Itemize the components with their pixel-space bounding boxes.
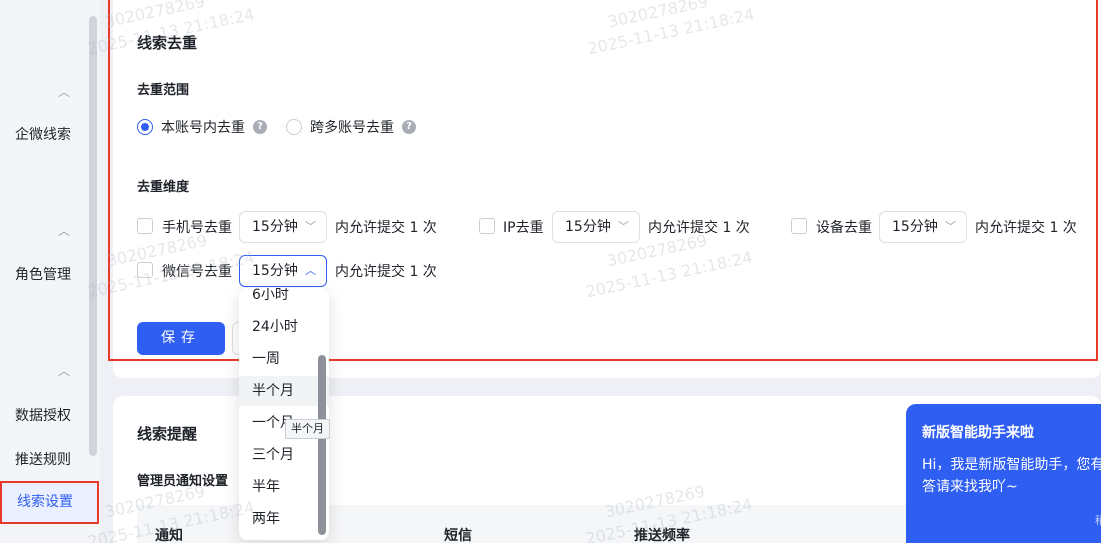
sidebar-item-lead-settings[interactable]: 线索设置 [0, 481, 99, 524]
wechat-dedupe-checkbox[interactable] [137, 262, 153, 278]
column-header: 短信 [444, 528, 472, 543]
phone-dedupe-select[interactable]: 15分钟 ﹀ [239, 211, 327, 243]
radio-unchecked-icon[interactable] [286, 119, 302, 135]
sidebar-item-data-authorization[interactable]: 数据授权 [0, 405, 86, 425]
chevron-down-icon: ﹀ [305, 220, 316, 233]
select-value: 15分钟 [892, 219, 938, 235]
sidebar: ︿ 企微线索 ︿ 角色管理 ︿ 数据授权 推送规则 线索设置 [0, 0, 100, 543]
assistant-popup[interactable]: 新版智能助手来啦 Hi，我是新版智能助手，您有答请来找我吖~ 稍 [906, 404, 1101, 543]
dropdown-option[interactable]: 6小时 [239, 288, 329, 310]
chevron-up-icon[interactable]: ︿ [56, 222, 72, 239]
ip-dedupe-checkbox[interactable] [479, 218, 495, 234]
sidebar-item-label: 线索设置 [17, 494, 73, 510]
ip-dedupe-suffix: 内允许提交 1 次 [648, 220, 750, 236]
phone-dedupe-label: 手机号去重 [162, 220, 232, 236]
radio-single-account[interactable]: 本账号内去重 ? [137, 117, 267, 137]
chevron-up-icon[interactable]: ︿ [56, 362, 72, 379]
sidebar-item-wecom-leads[interactable]: 企微线索 [0, 124, 86, 144]
sidebar-scrollbar[interactable] [89, 16, 97, 456]
chevron-down-icon: ﹀ [618, 220, 629, 233]
dimension-title: 去重维度 [137, 180, 190, 195]
wechat-dedupe-select[interactable]: 15分钟 ︿ [239, 255, 327, 287]
chevron-down-icon: ﹀ [945, 220, 956, 233]
help-icon[interactable]: ? [402, 120, 416, 134]
sidebar-item-push-rules[interactable]: 推送规则 [0, 449, 86, 469]
device-dedupe-checkbox[interactable] [791, 218, 807, 234]
scope-title: 去重范围 [137, 83, 190, 98]
radio-checked-icon[interactable] [137, 119, 153, 135]
chevron-up-icon: ︿ [305, 264, 316, 277]
wechat-dedupe-suffix: 内允许提交 1 次 [335, 264, 437, 280]
ip-dedupe-label: IP去重 [503, 220, 544, 236]
select-value: 15分钟 [252, 219, 298, 235]
select-value: 15分钟 [565, 219, 611, 235]
admin-notify-title: 管理员通知设置 [137, 474, 229, 489]
assistant-title: 新版智能助手来啦 [922, 425, 1034, 441]
dropdown-scrollbar[interactable] [318, 355, 326, 535]
phone-dedupe-checkbox[interactable] [137, 218, 153, 234]
radio-multi-account[interactable]: 跨多账号去重 ? [286, 117, 416, 137]
column-header: 通知 [155, 528, 183, 543]
dropdown-option[interactable]: 半年 [239, 472, 329, 502]
radio-label: 本账号内去重 [161, 120, 245, 136]
assistant-message: Hi，我是新版智能助手，您有答请来找我吖~ [922, 457, 1101, 495]
device-dedupe-suffix: 内允许提交 1 次 [975, 220, 1077, 236]
duration-dropdown: 6小时 24小时 一周 半个月 一个月 三个月 半年 两年 [239, 288, 329, 540]
save-button[interactable]: 保存 [137, 322, 225, 355]
radio-label: 跨多账号去重 [310, 120, 394, 136]
select-value: 15分钟 [252, 263, 298, 279]
device-dedupe-label: 设备去重 [816, 220, 872, 236]
phone-dedupe-suffix: 内允许提交 1 次 [335, 220, 437, 236]
dropdown-option[interactable]: 三个月 [239, 440, 329, 470]
assistant-later-link[interactable]: 稍 [1095, 512, 1101, 528]
dropdown-option[interactable]: 24小时 [239, 312, 329, 342]
wechat-dedupe-label: 微信号去重 [162, 264, 232, 280]
column-header: 推送频率 [634, 528, 690, 543]
chevron-up-icon[interactable]: ︿ [56, 83, 72, 100]
dedupe-title: 线索去重 [137, 34, 198, 52]
reminder-title: 线索提醒 [137, 425, 198, 443]
device-dedupe-select[interactable]: 15分钟 ﹀ [879, 211, 967, 243]
option-tooltip: 半个月 [285, 419, 330, 439]
sidebar-item-role-management[interactable]: 角色管理 [0, 264, 86, 284]
dropdown-option[interactable]: 一周 [239, 344, 329, 374]
dropdown-option[interactable]: 两年 [239, 504, 329, 534]
ip-dedupe-select[interactable]: 15分钟 ﹀ [552, 211, 640, 243]
help-icon[interactable]: ? [253, 120, 267, 134]
dropdown-option-hovered[interactable]: 半个月 [239, 376, 329, 406]
